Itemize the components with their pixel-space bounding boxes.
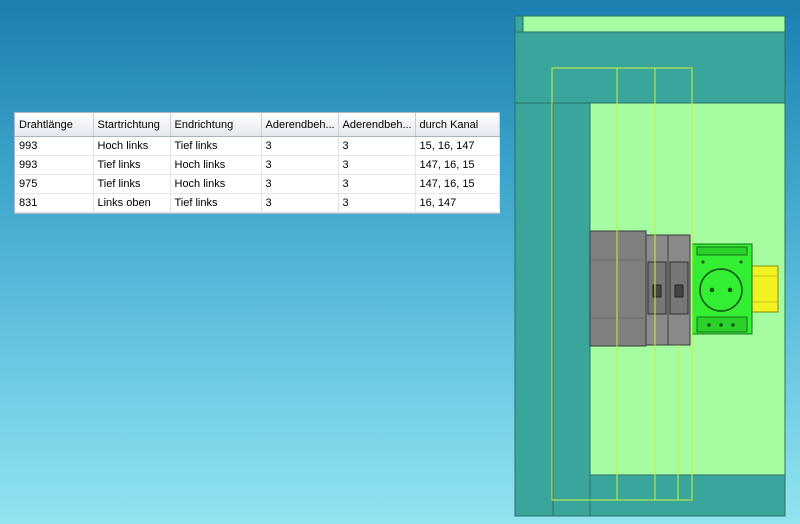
table-row[interactable]: 993 Hoch links Tief links 3 3 15, 16, 14… bbox=[15, 136, 500, 156]
table-cell: 16, 147 bbox=[415, 193, 500, 213]
table-header-row: Drahtlänge Startrichtung Endrichtung Ade… bbox=[15, 113, 500, 137]
column-header-durch-kanal[interactable]: durch Kanal bbox=[415, 113, 500, 137]
table-cell: 993 bbox=[15, 155, 94, 175]
gray-device-block[interactable] bbox=[589, 230, 691, 347]
column-header-endrichtung[interactable]: Endrichtung bbox=[170, 113, 262, 137]
table-cell: 3 bbox=[261, 193, 339, 213]
column-header-startrichtung[interactable]: Startrichtung bbox=[93, 113, 171, 137]
table-cell: Hoch links bbox=[93, 136, 171, 156]
table-cell: 3 bbox=[338, 193, 416, 213]
table-cell: Links oben bbox=[93, 193, 171, 213]
table-cell: 3 bbox=[261, 136, 339, 156]
table-cell: 3 bbox=[338, 136, 416, 156]
table-cell: 993 bbox=[15, 136, 94, 156]
wire-list-table[interactable]: Drahtlänge Startrichtung Endrichtung Ade… bbox=[14, 112, 500, 214]
table-cell: 3 bbox=[261, 174, 339, 194]
table-cell: 3 bbox=[338, 155, 416, 175]
table-cell: 975 bbox=[15, 174, 94, 194]
column-header-aderendbehandlung-2[interactable]: Aderendbeh... bbox=[338, 113, 416, 137]
table-row[interactable]: 975 Tief links Hoch links 3 3 147, 16, 1… bbox=[15, 174, 500, 194]
table-row[interactable]: 831 Links oben Tief links 3 3 16, 147 bbox=[15, 193, 500, 213]
table-cell: Tief links bbox=[170, 136, 262, 156]
table-cell: Hoch links bbox=[170, 155, 262, 175]
table-cell: Tief links bbox=[93, 174, 171, 194]
table-cell: Hoch links bbox=[170, 174, 262, 194]
column-header-aderendbehandlung-1[interactable]: Aderendbeh... bbox=[261, 113, 339, 137]
table-cell: 3 bbox=[338, 174, 416, 194]
table-cell: 831 bbox=[15, 193, 94, 213]
table-row[interactable]: 993 Tief links Hoch links 3 3 147, 16, 1… bbox=[15, 155, 500, 175]
table-cell: Tief links bbox=[170, 193, 262, 213]
table-cell: 15, 16, 147 bbox=[415, 136, 500, 156]
column-header-drahtlaenge[interactable]: Drahtlänge bbox=[15, 113, 94, 137]
table-cell: 147, 16, 15 bbox=[415, 174, 500, 194]
table-cell: Tief links bbox=[93, 155, 171, 175]
table-cell: 3 bbox=[261, 155, 339, 175]
schuko-socket-icon[interactable] bbox=[691, 243, 753, 335]
cabinet-base bbox=[589, 474, 786, 517]
cad-3d-viewport[interactable] bbox=[0, 0, 800, 524]
table-cell: 147, 16, 15 bbox=[415, 155, 500, 175]
